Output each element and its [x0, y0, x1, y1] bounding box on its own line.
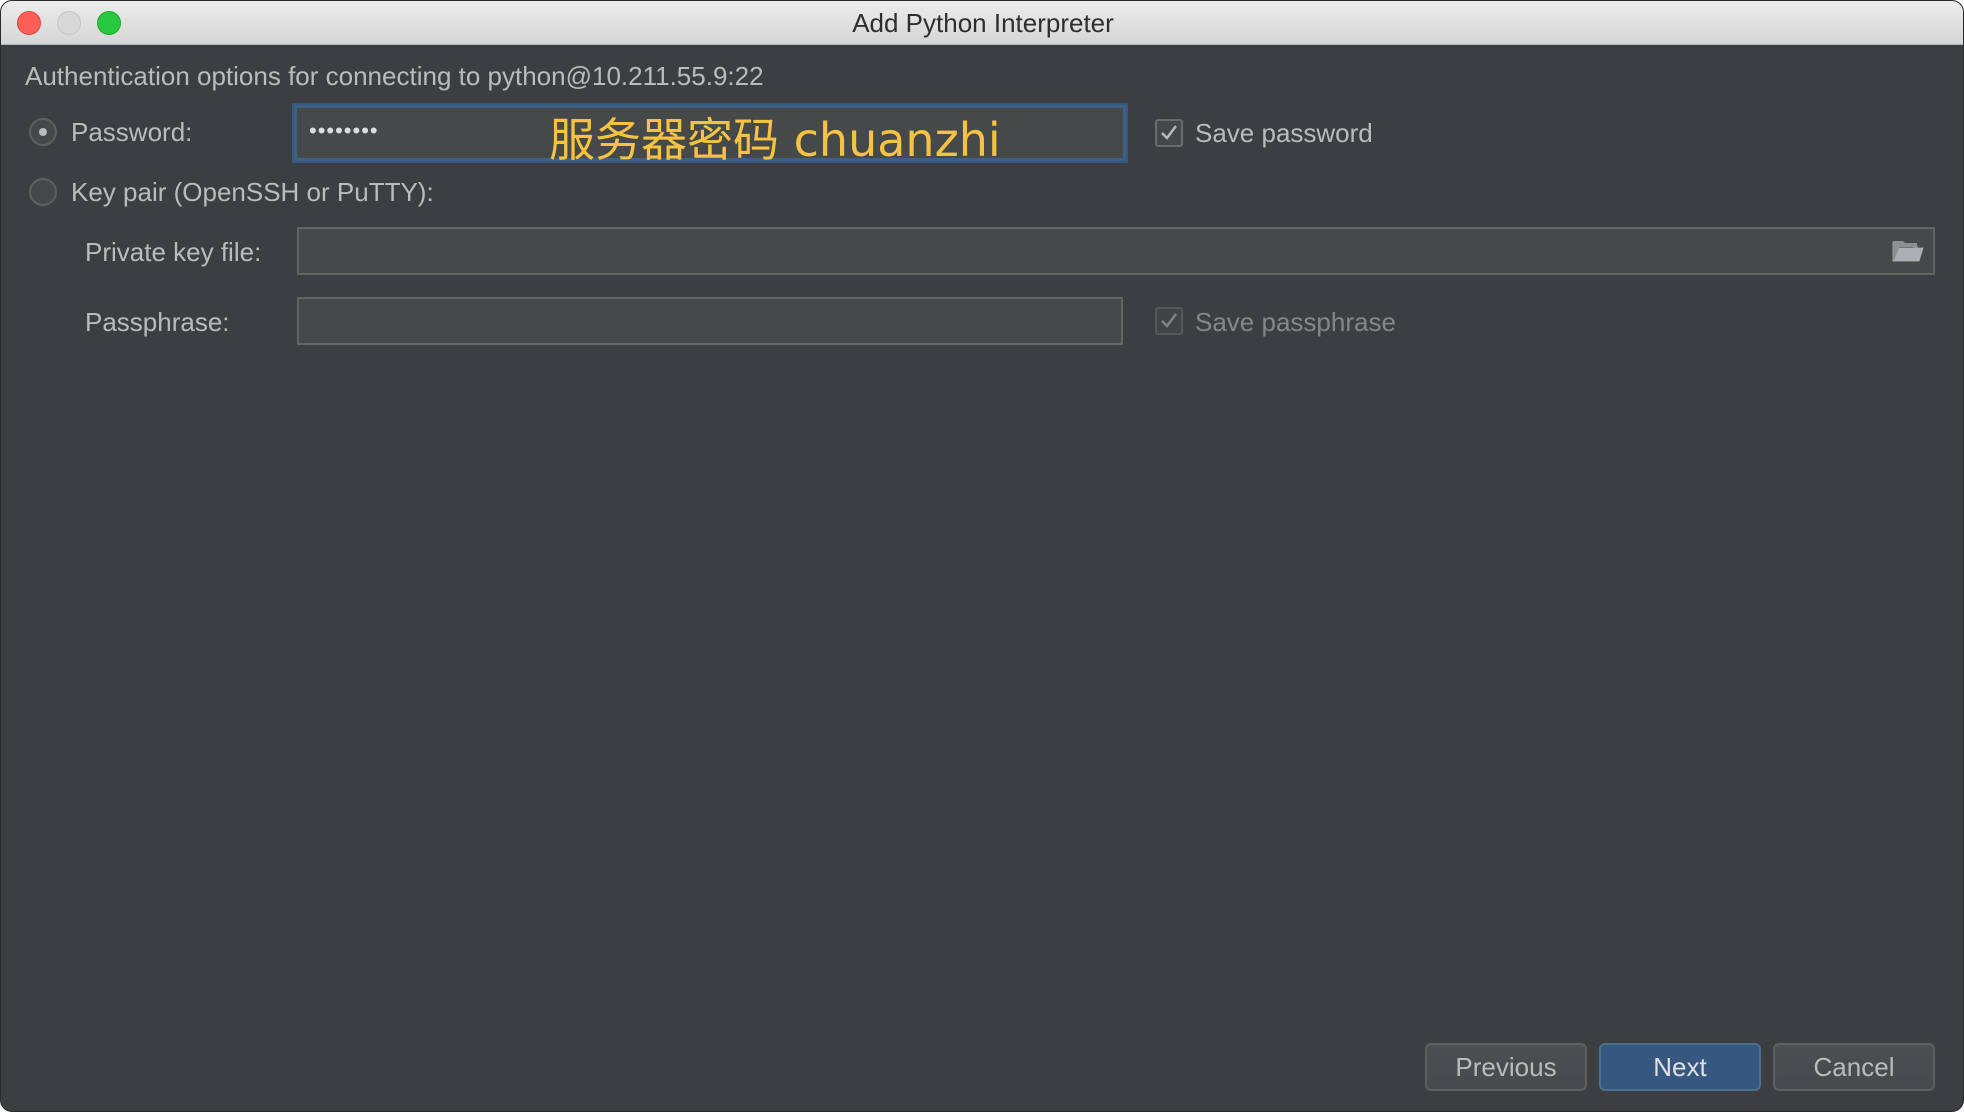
keypair-radio[interactable]: [29, 178, 57, 206]
next-button[interactable]: Next: [1599, 1043, 1761, 1091]
private-key-label: Private key file:: [85, 237, 262, 267]
cancel-button[interactable]: Cancel: [1773, 1043, 1935, 1091]
save-passphrase-checkbox[interactable]: [1155, 307, 1183, 335]
window-title: Add Python Interpreter: [852, 8, 1114, 38]
checkmark-icon: [1161, 125, 1177, 140]
password-value: ••••••••: [309, 118, 379, 143]
radio-selected-dot: [39, 128, 47, 136]
password-annotation: 服务器密码 chuanzhi: [549, 113, 1001, 167]
save-password-label: Save password: [1195, 118, 1373, 148]
private-key-field[interactable]: [297, 227, 1935, 275]
previous-button[interactable]: Previous: [1425, 1043, 1587, 1091]
title-bar: Add Python Interpreter: [1, 1, 1963, 45]
password-radio[interactable]: [29, 118, 57, 146]
passphrase-label: Passphrase:: [85, 307, 230, 337]
folder-icon[interactable]: [1891, 237, 1925, 265]
password-label: Password:: [71, 117, 193, 147]
checkmark-icon: [1161, 313, 1177, 328]
save-password-checkbox[interactable]: [1155, 119, 1183, 147]
keypair-label: Key pair (OpenSSH or PuTTY):: [71, 177, 434, 207]
passphrase-field[interactable]: [297, 297, 1123, 345]
save-passphrase-label: Save passphrase: [1195, 307, 1396, 337]
auth-description: Authentication options for connecting to…: [25, 61, 764, 91]
password-field[interactable]: •••••••• 服务器密码 chuanzhi: [294, 105, 1126, 167]
add-python-interpreter-dialog: Add Python Interpreter Authentication op…: [0, 0, 1964, 1112]
